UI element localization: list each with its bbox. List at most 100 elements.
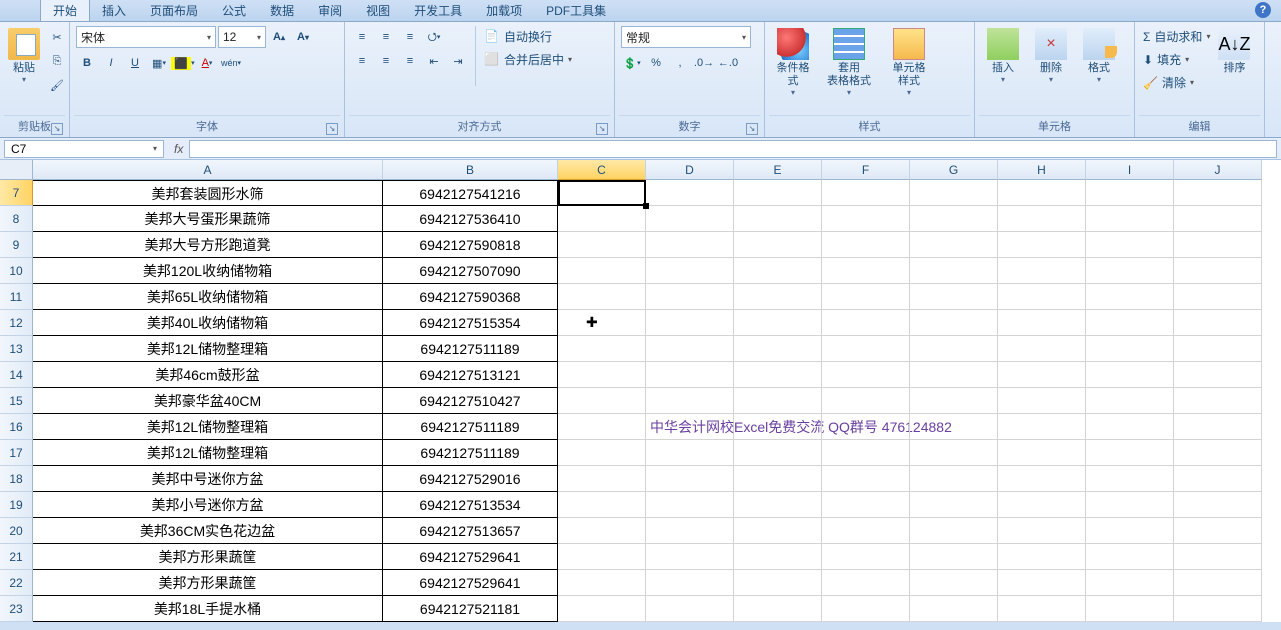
row-header[interactable]: 19 [0,492,33,518]
tab-formulas[interactable]: 公式 [210,0,258,21]
cell[interactable]: 6942127536410 [383,206,558,232]
cell[interactable] [1086,258,1174,284]
cell[interactable] [734,544,822,570]
cell[interactable] [646,258,734,284]
cell-styles-button[interactable]: 单元格 样式▾ [883,26,935,99]
cell[interactable] [1174,492,1262,518]
cell[interactable] [1174,180,1262,206]
cell[interactable] [998,362,1086,388]
cell[interactable] [1086,596,1174,622]
cell[interactable] [646,466,734,492]
format-as-table-button[interactable]: 套用 表格格式▾ [819,26,879,99]
font-name-combo[interactable]: 宋体▾ [76,26,216,48]
underline-button[interactable]: U [124,52,146,74]
decrease-decimal-button[interactable]: ←.0 [717,52,739,74]
row-header[interactable]: 16 [0,414,33,440]
cell[interactable] [822,258,910,284]
cell[interactable] [1174,518,1262,544]
cell[interactable]: 美邦大号蛋形果蔬筛 [33,206,383,232]
cell[interactable] [558,362,646,388]
cell[interactable] [1086,180,1174,206]
cell[interactable] [1174,362,1262,388]
col-header-C[interactable]: C [558,160,646,180]
conditional-format-button[interactable]: 条件格式▾ [771,26,815,99]
cell[interactable] [1174,466,1262,492]
cell[interactable] [910,440,998,466]
cell[interactable]: 6942127510427 [383,388,558,414]
cell[interactable] [1174,336,1262,362]
select-all-corner[interactable] [0,160,33,180]
cell[interactable] [558,258,646,284]
cell[interactable]: 中华会计网校Excel免费交流 QQ群号 476124882 [646,414,734,440]
cell[interactable] [1086,544,1174,570]
cell[interactable] [910,544,998,570]
cell[interactable] [1086,414,1174,440]
cell[interactable] [558,180,646,206]
insert-cells-button[interactable]: 插入▾ [981,26,1025,86]
cell[interactable] [558,544,646,570]
cell[interactable] [1174,544,1262,570]
cell[interactable] [998,284,1086,310]
cell[interactable] [910,570,998,596]
row-header[interactable]: 7 [0,180,33,206]
row-header[interactable]: 9 [0,232,33,258]
cell[interactable] [558,310,646,336]
cell[interactable] [998,518,1086,544]
tab-home[interactable]: 开始 [40,0,90,21]
cell[interactable] [1086,492,1174,518]
tab-insert[interactable]: 插入 [90,0,138,21]
cell[interactable] [646,284,734,310]
cell[interactable] [1086,284,1174,310]
cell[interactable] [646,336,734,362]
cell[interactable] [558,388,646,414]
cell[interactable] [910,310,998,336]
cell[interactable] [822,466,910,492]
row-header[interactable]: 8 [0,206,33,232]
cell[interactable] [734,206,822,232]
cell[interactable] [910,206,998,232]
cell[interactable]: 美邦12L储物整理箱 [33,440,383,466]
cell[interactable] [646,362,734,388]
col-header-H[interactable]: H [998,160,1086,180]
cell[interactable]: 6942127529641 [383,544,558,570]
row-header[interactable]: 14 [0,362,33,388]
cell[interactable] [998,570,1086,596]
cell[interactable] [822,440,910,466]
align-center-button[interactable]: ≡ [375,50,397,72]
row-header[interactable]: 18 [0,466,33,492]
cell[interactable]: 美邦方形果蔬筐 [33,544,383,570]
col-header-D[interactable]: D [646,160,734,180]
row-header[interactable]: 21 [0,544,33,570]
cell[interactable] [646,518,734,544]
cell[interactable] [558,492,646,518]
row-header[interactable]: 20 [0,518,33,544]
cell[interactable] [822,570,910,596]
cell[interactable]: 6942127513534 [383,492,558,518]
cell[interactable] [822,206,910,232]
cell[interactable] [558,206,646,232]
cell[interactable] [558,336,646,362]
cell[interactable] [646,544,734,570]
cell[interactable] [734,596,822,622]
cell[interactable] [646,492,734,518]
cell[interactable] [998,180,1086,206]
help-icon[interactable]: ? [1255,2,1271,18]
delete-cells-button[interactable]: 删除▾ [1029,26,1073,86]
col-header-I[interactable]: I [1086,160,1174,180]
cell[interactable] [734,258,822,284]
cell[interactable] [734,518,822,544]
paste-button[interactable]: 粘贴 ▾ [6,26,42,86]
format-painter-button[interactable]: 🖌 [46,74,68,96]
cell[interactable] [1086,388,1174,414]
cell[interactable] [998,388,1086,414]
col-header-B[interactable]: B [383,160,558,180]
cell[interactable] [910,336,998,362]
cell[interactable] [998,466,1086,492]
cell[interactable] [822,544,910,570]
cell[interactable] [646,440,734,466]
row-header[interactable]: 13 [0,336,33,362]
cell[interactable] [734,180,822,206]
cell[interactable] [646,596,734,622]
cell[interactable]: 美邦豪华盆40CM [33,388,383,414]
dialog-launcher-icon[interactable]: ↘ [51,123,63,135]
